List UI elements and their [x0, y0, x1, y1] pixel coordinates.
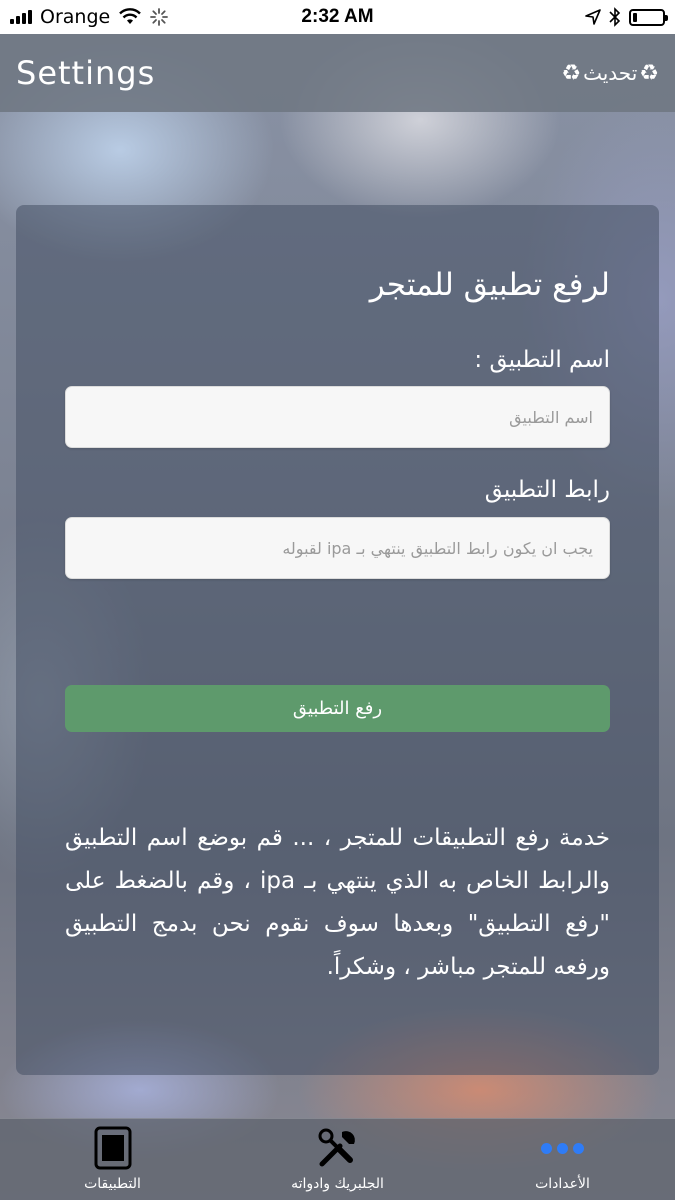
- tools-icon: [316, 1124, 360, 1172]
- location-arrow-icon: [585, 9, 601, 25]
- bluetooth-icon: [609, 7, 621, 27]
- wifi-icon: [119, 8, 142, 24]
- app-link-label: رابط التطبيق: [484, 477, 610, 503]
- battery-icon: [629, 8, 668, 26]
- service-description: خدمة رفع التطبيقات للمتجر ، ... قم بوضع …: [65, 825, 610, 980]
- tab-jailbreak-tools[interactable]: الجلبريك وادواته: [225, 1119, 450, 1200]
- tab-settings[interactable]: الأعدادات: [450, 1119, 675, 1200]
- recycle-icon: ♻: [561, 60, 582, 86]
- status-right: [585, 7, 668, 27]
- app-name-input[interactable]: [65, 386, 610, 448]
- app-name-label: اسم التطبيق :: [474, 347, 610, 373]
- status-left: Orange: [10, 6, 169, 28]
- tab-label: الجلبريك وادواته: [291, 1176, 384, 1192]
- tab-label: الأعدادات: [535, 1176, 590, 1192]
- nav-bar: Settings ♻ تحديث ♻: [0, 34, 675, 112]
- recycle-icon: ♻: [639, 60, 659, 86]
- app-link-input[interactable]: [65, 517, 610, 579]
- tab-label: التطبيقات: [84, 1176, 141, 1192]
- loading-spinner-icon: [150, 8, 169, 26]
- page-title: Settings: [16, 54, 156, 92]
- apps-icon: [94, 1124, 132, 1172]
- refresh-label: تحديث: [583, 61, 638, 85]
- refresh-button[interactable]: ♻ تحديث ♻: [561, 61, 659, 86]
- more-dots-icon: [541, 1124, 584, 1172]
- form-title: لرفع تطبيق للمتجر: [369, 267, 610, 303]
- tab-apps[interactable]: التطبيقات: [0, 1119, 225, 1200]
- upload-app-button[interactable]: رفع التطبيق: [65, 685, 610, 732]
- battery-level: [633, 12, 637, 22]
- status-time: 2:32 AM: [301, 6, 374, 27]
- signal-icon: [10, 10, 32, 24]
- status-bar: Orange 2:32 AM: [0, 0, 675, 34]
- carrier-name: Orange: [40, 6, 111, 28]
- upload-app-card: لرفع تطبيق للمتجر اسم التطبيق : رابط الت…: [16, 205, 659, 1075]
- tab-bar: التطبيقات الجلبريك وادواته الأعدادات: [0, 1118, 675, 1200]
